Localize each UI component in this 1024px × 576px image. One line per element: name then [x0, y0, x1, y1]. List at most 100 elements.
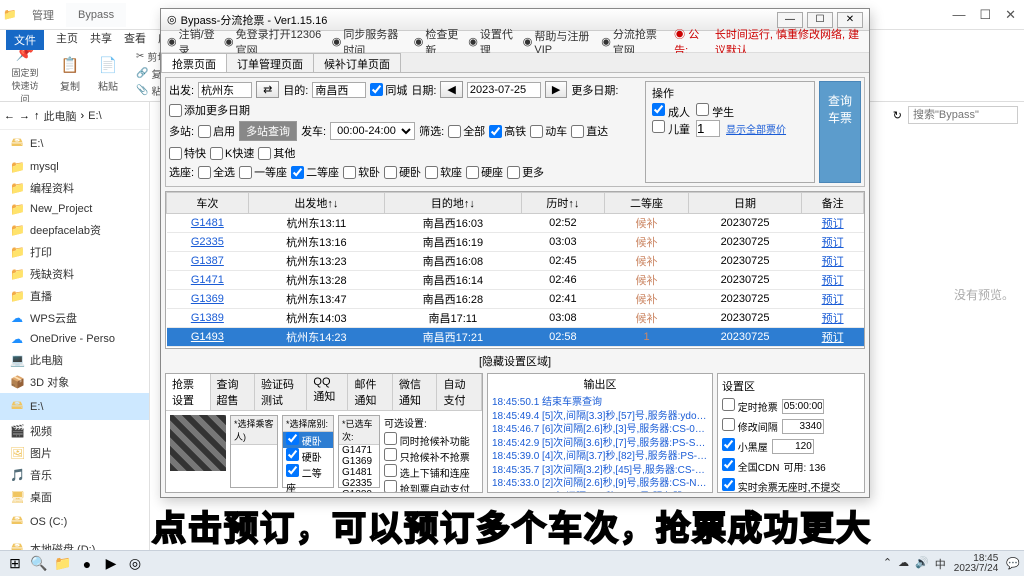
option-checkbox[interactable]: 只抢候补不抢票 — [384, 448, 478, 464]
book-link[interactable]: 预订 — [822, 294, 844, 306]
train-row[interactable]: G1387杭州东13:23南昌西16:0802:45候补20230725预订 — [167, 252, 864, 271]
sidebar-item[interactable]: 📁残缺资料 — [0, 263, 149, 285]
train-sel-item[interactable]: G1481 — [339, 467, 379, 478]
interval-input[interactable] — [782, 419, 824, 434]
sidebar-item[interactable]: 🖥桌面 — [0, 486, 149, 508]
time-range-select[interactable]: 00:00-24:00 — [330, 122, 415, 140]
col-header[interactable]: 车次 — [167, 193, 249, 214]
hide-settings-link[interactable]: [隐藏设置区域] — [165, 353, 865, 369]
book-link[interactable]: 预订 — [822, 237, 844, 249]
book-link[interactable]: 预订 — [822, 313, 844, 325]
timed-input[interactable] — [782, 399, 824, 414]
dest-input[interactable] — [312, 82, 366, 98]
taskbar-icon[interactable]: ◎ — [124, 554, 146, 574]
main-tab[interactable]: 候补订单页面 — [313, 53, 401, 72]
ribbon-tab[interactable]: 主页 — [56, 30, 78, 50]
col-header[interactable]: 目的地↑↓ — [385, 193, 521, 214]
sidebar-item[interactable]: 📁打印 — [0, 241, 149, 263]
refresh-icon[interactable]: ↻ — [893, 109, 902, 122]
sidebar-item[interactable]: ☁OneDrive - Perso — [0, 329, 149, 349]
clock[interactable]: 18:452023/7/24 — [954, 554, 999, 574]
forward-icon[interactable]: → — [19, 110, 30, 122]
minimize-icon[interactable]: — — [952, 7, 965, 23]
lower-tab[interactable]: 验证码测试 — [255, 374, 307, 410]
main-tab[interactable]: 抢票页面 — [161, 53, 227, 72]
sidebar-item[interactable]: 📁deepfacelab资 — [0, 219, 149, 241]
back-icon[interactable]: ← — [4, 110, 15, 122]
train-row[interactable]: G2335杭州东13:16南昌西16:1903:03候补20230725预订 — [167, 233, 864, 252]
col-header[interactable]: 历时↑↓ — [521, 193, 605, 214]
breadcrumb-seg[interactable]: 此电脑 — [44, 108, 77, 124]
ribbon-pin[interactable]: 📌 固定到快速访问 — [8, 42, 42, 105]
sidebar-item[interactable]: 🖴E:\ — [0, 393, 149, 420]
close-icon[interactable]: ✕ — [1005, 7, 1016, 23]
sidebar-item[interactable]: ☁WPS云盘 — [0, 307, 149, 329]
blackroom-input[interactable] — [772, 439, 814, 454]
option-checkbox[interactable]: 抢到票自动支付 — [384, 480, 478, 492]
seat-item[interactable]: 二等座 — [283, 464, 333, 492]
taskbar-icon[interactable]: 📁 — [52, 554, 74, 574]
tray-icon[interactable]: 🔊 — [915, 556, 929, 572]
lower-tab[interactable]: 自动支付 — [437, 374, 482, 410]
ribbon-paste[interactable]: 📄 粘贴 — [98, 54, 118, 93]
tray-icon[interactable]: ⌃ — [883, 556, 892, 572]
train-sel-item[interactable]: G1369 — [339, 456, 379, 467]
sidebar-item[interactable]: 📁New_Project — [0, 199, 149, 219]
col-header[interactable]: 出发地↑↓ — [248, 193, 384, 214]
book-link[interactable]: 预订 — [822, 218, 844, 230]
train-sel-item[interactable]: G1389 — [339, 489, 379, 492]
sidebar-item[interactable]: 📁mysql — [0, 157, 149, 177]
train-sel-item[interactable]: G1471 — [339, 445, 379, 456]
taskbar-icon[interactable]: 🔍 — [28, 554, 50, 574]
menu-item[interactable]: ◉ 帮助与注册VIP — [523, 28, 594, 56]
taskbar-icon[interactable]: ● — [76, 554, 98, 574]
titlebar-tab[interactable]: 管理 — [20, 1, 66, 29]
main-tab[interactable]: 订单管理页面 — [226, 53, 314, 72]
train-row[interactable]: G1481杭州东13:11南昌西16:0302:52候补20230725预订 — [167, 214, 864, 233]
depart-input[interactable] — [198, 82, 252, 98]
address-bar[interactable]: ← → ↑ 此电脑› E:\ — [0, 102, 149, 130]
multi-query-button[interactable]: 多站查询 — [239, 121, 297, 141]
train-row[interactable]: G1471杭州东13:28南昌西16:1402:46候补20230725预订 — [167, 271, 864, 290]
seat-item[interactable]: 硬卧 — [283, 448, 333, 464]
book-link[interactable]: 预订 — [822, 256, 844, 268]
train-row[interactable]: G1369杭州东13:47南昌西16:2802:41候补20230725预订 — [167, 290, 864, 309]
tray-icon[interactable]: ☁ — [898, 556, 909, 572]
train-sel-item[interactable]: G2335 — [339, 478, 379, 489]
lower-tab[interactable]: 抢票设置 — [166, 374, 211, 410]
sidebar-item[interactable]: 🎵音乐 — [0, 464, 149, 486]
sidebar-item[interactable]: 🖴OS (C:) — [0, 508, 149, 535]
swap-button[interactable]: ⇄ — [256, 81, 279, 98]
breadcrumb-seg[interactable]: E:\ — [88, 110, 101, 122]
train-row[interactable]: G1353杭州东14:30南昌西17:1602:46候补20230725预订 — [167, 347, 864, 350]
date-next[interactable]: ▶ — [545, 81, 567, 98]
sidebar-item[interactable]: 📦3D 对象 — [0, 371, 149, 393]
train-row[interactable]: G1493杭州东14:23南昌西17:2102:58120230725预订 — [167, 328, 864, 347]
col-header[interactable]: 备注 — [802, 193, 864, 214]
date-prev[interactable]: ◀ — [440, 81, 462, 98]
taskbar-icon[interactable]: ⊞ — [4, 554, 26, 574]
option-checkbox[interactable]: 同时抢候补功能 — [384, 432, 478, 448]
lower-tab[interactable]: QQ通知 — [307, 374, 348, 410]
option-checkbox[interactable]: 选上下铺和连座 — [384, 464, 478, 480]
titlebar-tab[interactable]: Bypass — [66, 3, 126, 27]
show-price-link[interactable]: 显示全部票价 — [726, 121, 786, 136]
search-input[interactable] — [908, 106, 1018, 124]
taskbar-icon[interactable]: ▶ — [100, 554, 122, 574]
ribbon-tab[interactable]: 共享 — [90, 30, 112, 50]
child-count[interactable] — [696, 120, 720, 137]
ribbon-copy[interactable]: 📋 复制 — [60, 54, 80, 93]
book-link[interactable]: 预订 — [822, 275, 844, 287]
lower-tab[interactable]: 微信通知 — [393, 374, 438, 410]
sidebar-item[interactable]: 🖴E:\ — [0, 130, 149, 157]
sidebar-item[interactable]: 💻此电脑 — [0, 349, 149, 371]
ribbon-tab[interactable]: 查看 — [124, 30, 146, 50]
col-header[interactable]: 日期 — [688, 193, 801, 214]
notifications-icon[interactable]: 💬 — [1006, 557, 1020, 570]
date-input[interactable] — [467, 82, 541, 98]
maximize-icon[interactable]: ☐ — [979, 7, 991, 23]
sidebar-item[interactable]: 📁直播 — [0, 285, 149, 307]
tray-icon[interactable]: 中 — [935, 556, 946, 572]
sidebar-item[interactable]: 📁编程资料 — [0, 177, 149, 199]
seat-item[interactable]: 硬卧 — [283, 432, 333, 448]
